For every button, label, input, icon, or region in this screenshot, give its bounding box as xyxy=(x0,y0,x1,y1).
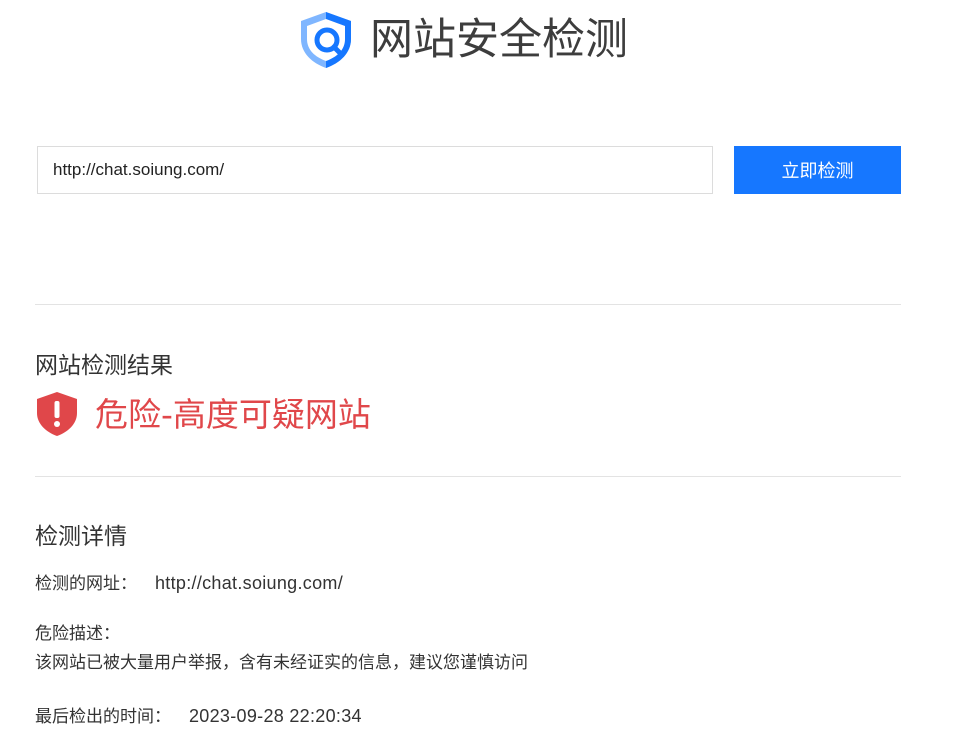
divider xyxy=(35,304,901,305)
danger-shield-icon xyxy=(37,392,77,436)
danger-desc-label: 危险描述： xyxy=(35,624,120,644)
check-now-button[interactable]: 立即检测 xyxy=(734,146,901,194)
danger-desc-text: 该网站已被大量用户举报，含有未经证实的信息，建议您谨慎访问 xyxy=(35,653,528,673)
last-detected-time-label: 最后检出的时间： xyxy=(35,707,171,727)
detected-url-value: http://chat.soiung.com/ xyxy=(155,573,343,593)
shield-search-icon xyxy=(301,12,351,68)
result-section-title: 网站检测结果 xyxy=(35,353,173,379)
result-status: 危险-高度可疑网站 xyxy=(35,390,371,438)
site-title: 网站安全检测 xyxy=(370,14,628,65)
page: 网站安全检测 立即检测 网站检测结果 危险-高度可疑网站 检测详情 检测的网址：… xyxy=(0,0,962,729)
search-bar: 立即检测 xyxy=(37,146,901,194)
divider xyxy=(35,476,901,477)
detected-url-label: 检测的网址： xyxy=(35,574,137,594)
last-detected-time-row: 最后检出的时间： 2023-09-28 22:20:34 xyxy=(35,707,362,726)
details-section-title: 检测详情 xyxy=(35,524,127,550)
detected-url-row: 检测的网址： http://chat.soiung.com/ xyxy=(35,574,343,593)
last-detected-time-value: 2023-09-28 22:20:34 xyxy=(189,706,362,726)
url-input[interactable] xyxy=(37,146,713,194)
status-text: 危险-高度可疑网站 xyxy=(95,394,371,434)
logo: 网站安全检测 xyxy=(296,9,628,71)
header: 网站安全检测 xyxy=(0,8,962,72)
